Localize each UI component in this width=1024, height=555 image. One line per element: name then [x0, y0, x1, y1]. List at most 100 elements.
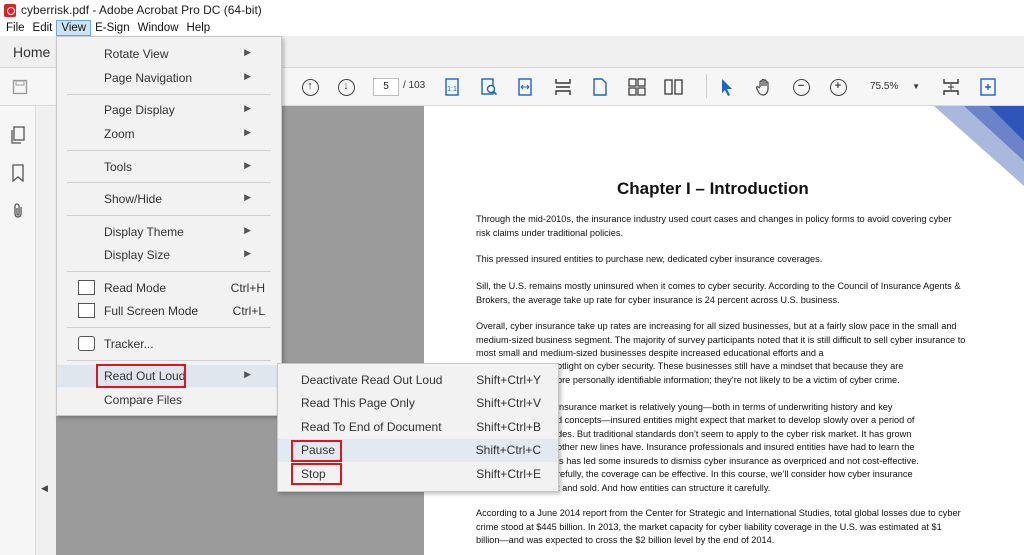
- chevron-down-icon: ▼: [912, 82, 920, 91]
- menu-window[interactable]: Window: [134, 20, 183, 36]
- menu-item-deactivate-read-out-loud[interactable]: Deactivate Read Out Loud Shift+Ctrl+Y: [278, 369, 558, 392]
- title-bar: cyberrisk.pdf - Adobe Acrobat Pro DC (64…: [0, 0, 1024, 20]
- menu-item-tools[interactable]: Tools ▶: [57, 156, 281, 178]
- read-mode-icon: [78, 280, 95, 295]
- menu-item-display-theme[interactable]: Display Theme ▶: [57, 221, 281, 243]
- full-screen-icon: [78, 303, 95, 318]
- menu-separator: [67, 271, 271, 272]
- menu-item-zoom[interactable]: Zoom ▶: [57, 123, 281, 145]
- collapse-panel-toggle[interactable]: ◀: [36, 106, 56, 555]
- page-thumbnails-icon[interactable]: [10, 126, 26, 144]
- zoom-value: 75.5%: [870, 81, 899, 92]
- paragraph: Sill, the U.S. remains mostly uninsured …: [476, 281, 961, 305]
- save-icon[interactable]: [10, 77, 30, 97]
- shortcut-label: Shift+Ctrl+E: [476, 467, 541, 481]
- paragraph-line: refully, the coverage can be effective. …: [557, 469, 913, 479]
- next-page-icon[interactable]: ↓: [336, 77, 356, 97]
- menu-item-compare-files[interactable]: Compare Files: [57, 389, 281, 411]
- shortcut-label: Shift+Ctrl+V: [476, 396, 541, 410]
- paragraph-line: d concepts—insured entities might expect…: [557, 415, 915, 425]
- single-page-icon[interactable]: 1:1: [442, 77, 462, 97]
- tracker-icon: [78, 336, 95, 351]
- window-title: cyberrisk.pdf - Adobe Acrobat Pro DC (64…: [21, 3, 262, 17]
- acrobat-logo-icon: [4, 3, 16, 17]
- shortcut-label: Ctrl+H: [230, 281, 265, 295]
- highlight-box-read-out-loud: [96, 364, 186, 388]
- chevron-right-icon: ▶: [244, 192, 251, 202]
- menu-separator: [67, 182, 271, 183]
- hand-tool-icon[interactable]: [754, 77, 774, 97]
- fit-width-icon[interactable]: [515, 77, 535, 97]
- page-corner-decoration: [934, 106, 1024, 186]
- paragraph: According to a June 2014 report from the…: [476, 508, 961, 545]
- menu-item-tracker[interactable]: Tracker...: [57, 333, 281, 355]
- paragraph: Overall, cyber insurance take up rates a…: [476, 321, 966, 358]
- chevron-right-icon: ▶: [244, 160, 251, 170]
- chevron-right-icon: ▶: [244, 369, 251, 379]
- menu-file[interactable]: File: [2, 20, 29, 36]
- menu-item-page-display[interactable]: Page Display ▶: [57, 99, 281, 121]
- menu-view[interactable]: View: [56, 20, 92, 36]
- attachments-icon[interactable]: [10, 202, 26, 220]
- menu-bar: File Edit View E-Sign Window Help: [0, 20, 1024, 36]
- chevron-right-icon: ▶: [244, 248, 251, 258]
- highlight-box-stop: [291, 463, 342, 485]
- toolbar-divider: [706, 74, 707, 98]
- shortcut-label: Shift+Ctrl+B: [476, 420, 541, 434]
- highlight-box-pause: [291, 440, 342, 462]
- menu-separator: [67, 360, 271, 361]
- paragraph: This pressed insured entities to purchas…: [476, 254, 823, 264]
- page-total: / 103: [403, 80, 426, 91]
- fit-page-icon[interactable]: [941, 77, 961, 97]
- find-icon[interactable]: [479, 77, 499, 97]
- menu-separator: [67, 327, 271, 328]
- menu-esign[interactable]: E-Sign: [91, 20, 134, 36]
- page-number-input[interactable]: 5: [373, 78, 399, 96]
- menu-separator: [67, 150, 271, 151]
- chevron-right-icon: ▶: [244, 127, 251, 137]
- menu-edit[interactable]: Edit: [29, 20, 57, 36]
- shortcut-label: Shift+Ctrl+C: [475, 443, 541, 457]
- chapter-title: Chapter I – Introduction: [617, 179, 809, 198]
- paragraph-line: t and sold. And how entities can structu…: [557, 483, 771, 493]
- two-page-view-icon[interactable]: [664, 77, 684, 97]
- select-tool-icon[interactable]: [717, 77, 737, 97]
- svg-text:1:1: 1:1: [447, 86, 457, 93]
- menu-item-full-screen-mode[interactable]: Full Screen Mode Ctrl+L: [57, 300, 281, 322]
- menu-item-display-size[interactable]: Display Size ▶: [57, 244, 281, 266]
- menu-item-read-this-page-only[interactable]: Read This Page Only Shift+Ctrl+V: [278, 392, 558, 415]
- chevron-right-icon: ▶: [244, 103, 251, 113]
- paragraph-line: ore personally identifiable information;…: [557, 375, 900, 385]
- export-pdf-icon[interactable]: [978, 77, 998, 97]
- shortcut-label: Ctrl+L: [232, 304, 265, 318]
- shortcut-label: Shift+Ctrl+Y: [476, 373, 541, 387]
- zoom-select[interactable]: 75.5% ▼: [862, 78, 924, 96]
- menu-separator: [67, 94, 271, 95]
- previous-page-icon[interactable]: ↑: [300, 77, 320, 97]
- menu-item-read-to-end-of-document[interactable]: Read To End of Document Shift+Ctrl+B: [278, 416, 558, 439]
- zoom-in-icon[interactable]: +: [828, 77, 848, 97]
- scroll-mode-icon[interactable]: [553, 77, 573, 97]
- menu-item-read-mode[interactable]: Read Mode Ctrl+H: [57, 277, 281, 299]
- menu-item-page-navigation[interactable]: Page Navigation ▶: [57, 67, 281, 89]
- chevron-left-icon: ◀: [41, 483, 48, 493]
- paragraph-line: other new lines have. Insurance professi…: [557, 442, 915, 452]
- paragraph-line: insurance market is relatively young—bot…: [557, 402, 893, 412]
- chevron-right-icon: ▶: [244, 71, 251, 81]
- paragraph: Through the mid-2010s, the insurance ind…: [476, 214, 952, 238]
- left-navigation-rail: [0, 106, 36, 555]
- menu-help[interactable]: Help: [183, 20, 215, 36]
- menu-item-rotate-view[interactable]: Rotate View ▶: [57, 43, 281, 65]
- zoom-out-icon[interactable]: −: [791, 77, 811, 97]
- tab-home[interactable]: Home: [0, 36, 56, 68]
- two-page-scroll-icon[interactable]: [627, 77, 647, 97]
- menu-item-show-hide[interactable]: Show/Hide ▶: [57, 188, 281, 210]
- paragraph-line: des. But traditional standards don’t see…: [557, 429, 912, 439]
- chevron-right-icon: ▶: [244, 225, 251, 235]
- view-menu: Rotate View ▶ Page Navigation ▶ Page Displ…: [56, 36, 282, 416]
- menu-separator: [67, 215, 271, 216]
- single-page-view-icon[interactable]: [590, 77, 610, 97]
- paragraph-line: is has led some insureds to dismiss cybe…: [557, 456, 919, 466]
- bookmarks-icon[interactable]: [10, 164, 26, 183]
- chevron-right-icon: ▶: [244, 47, 251, 57]
